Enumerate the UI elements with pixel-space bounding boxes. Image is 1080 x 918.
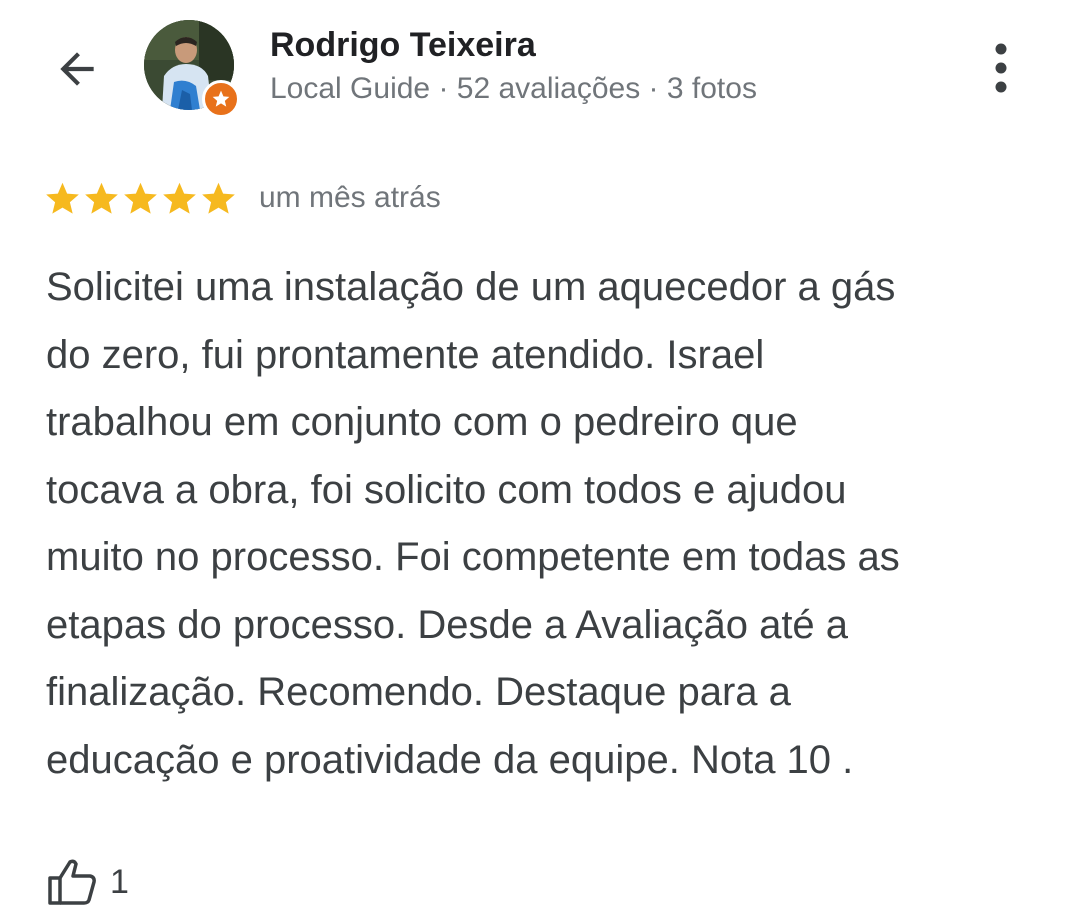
like-count: 1: [110, 862, 129, 901]
review-text-line: do zero, fui prontamente atendido. Israe…: [46, 332, 765, 377]
review-text: Solicitei uma instalação de um aquecedor…: [46, 254, 1036, 794]
reviewer-meta: Local Guide · 52 avaliações · 3 fotos: [270, 72, 757, 105]
star-icon: [202, 182, 235, 214]
star-icon: [163, 182, 196, 214]
review-text-line: muito no processo. Foi competente em tod…: [46, 535, 900, 579]
review-actions: 1: [46, 852, 129, 912]
arrow-left-icon: [60, 52, 94, 86]
star-icon: [46, 182, 79, 214]
back-button[interactable]: [44, 36, 110, 102]
rating-row: um mês atrás: [44, 176, 441, 220]
review-text-line: etapas do processo. Desde a Avaliação at…: [46, 602, 849, 647]
like-button[interactable]: 1: [46, 858, 129, 906]
star-rating: [44, 180, 237, 217]
review-text-line: Solicitei uma instalação de um aquecedor…: [46, 265, 896, 309]
local-guide-badge: [202, 80, 240, 118]
thumb-up-icon: [48, 859, 96, 905]
review-text-line: trabalhou em conjunto com o pedreiro que: [46, 400, 798, 444]
star-icon: [124, 182, 157, 214]
reviewer-avatar-container[interactable]: [144, 20, 240, 118]
review-header: Rodrigo Teixeira Local Guide · 52 avalia…: [0, 0, 1080, 140]
review-text-line: tocava a obra, foi solicito com todos e …: [46, 467, 847, 512]
star-icon: [85, 182, 118, 214]
more-options-button[interactable]: [976, 38, 1026, 98]
review-text-line: educação e proatividade da equipe. Nota …: [46, 737, 854, 782]
review-text-line: finalização. Recomendo. Destaque para a: [46, 670, 791, 714]
local-guide-star-icon: [212, 90, 230, 107]
reviewer-name[interactable]: Rodrigo Teixeira: [270, 24, 536, 66]
more-vert-icon: [995, 43, 1007, 93]
review-date: um mês atrás: [259, 181, 441, 214]
